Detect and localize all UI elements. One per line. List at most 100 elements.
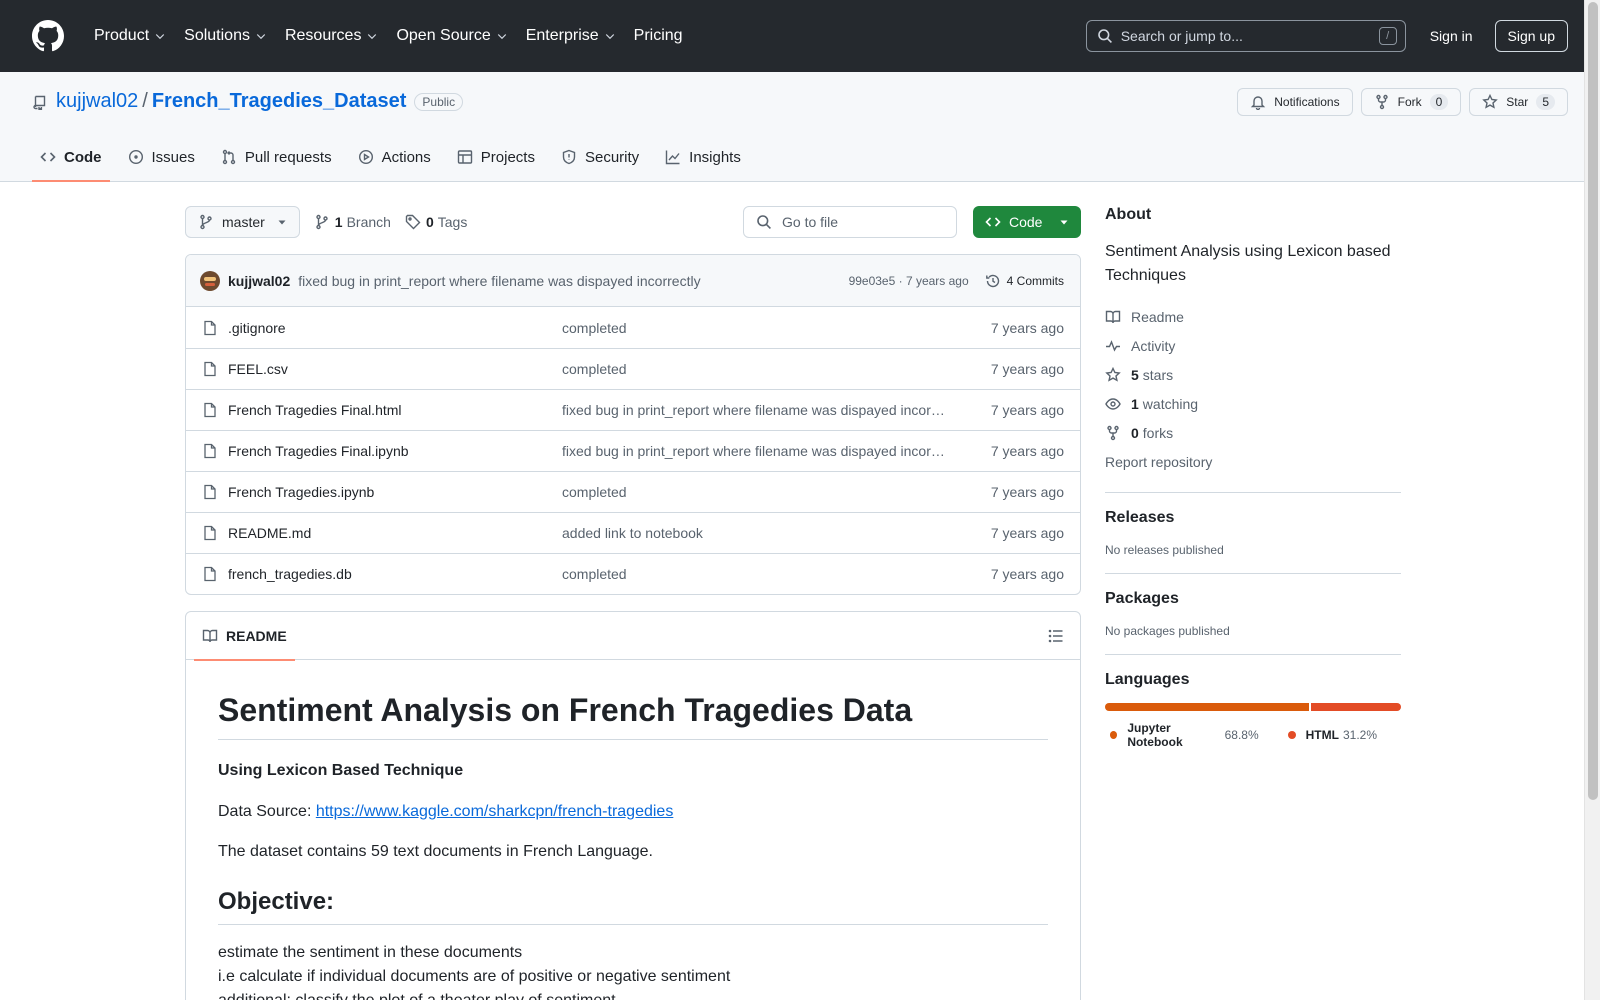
file-commit-message[interactable]: fixed bug in print_report where filename… (562, 443, 948, 459)
file-name-link[interactable]: french_tragedies.db (228, 566, 562, 582)
nav-open-source[interactable]: Open Source (388, 18, 515, 54)
latest-commit-row: kujjwal02 fixed bug in print_report wher… (186, 255, 1080, 307)
forks-label: forks (1142, 424, 1174, 441)
file-icon (204, 320, 216, 335)
file-icon (204, 484, 216, 500)
languages-legend: Jupyter Notebook 68.8% HTML 31.2% (1105, 721, 1401, 749)
nav-product[interactable]: Product (86, 18, 174, 54)
repo-name-link[interactable]: French_Tragedies_Dataset (152, 90, 407, 113)
branch-icon (200, 214, 212, 230)
file-commit-time: 7 years ago (990, 361, 1064, 377)
watching-count: 1 (1131, 395, 1139, 412)
nav-solutions[interactable]: Solutions (176, 18, 275, 54)
file-commit-message[interactable]: completed (562, 566, 948, 582)
file-name-link[interactable]: French Tragedies Final.html (228, 402, 562, 418)
branch-label: Branch (346, 214, 391, 230)
file-commit-time: 7 years ago (990, 402, 1064, 418)
commit-author-link[interactable]: kujjwal02 (228, 273, 290, 289)
packages-heading[interactable]: Packages (1105, 590, 1401, 608)
nav-pricing[interactable]: Pricing (626, 18, 691, 54)
star-icon (1482, 94, 1499, 109)
branches-link[interactable]: 1 Branch (314, 214, 391, 230)
file-commit-message[interactable]: completed (562, 320, 948, 336)
table-row: french_tragedies.db completed 7 years ag… (186, 553, 1080, 594)
tab-projects[interactable]: Projects (449, 133, 543, 181)
star-button[interactable]: Star 5 (1469, 88, 1568, 116)
readme-link[interactable]: Readme (1105, 302, 1401, 331)
code-button-label: Code (1009, 214, 1043, 230)
chevron-down-icon (605, 34, 614, 40)
file-toolbar: master 1 Branch 0 Tags Go to file Code (185, 206, 1081, 238)
sign-in-link[interactable]: Sign in (1430, 28, 1473, 44)
file-name-link[interactable]: French Tragedies Final.ipynb (228, 443, 562, 459)
divider (1105, 573, 1401, 574)
file-commit-message[interactable]: completed (562, 484, 948, 500)
data-source-label: Data Source: (218, 803, 316, 820)
nav-resources-label: Resources (284, 27, 362, 44)
objective-line: estimate the sentiment in these document… (218, 944, 523, 961)
avatar[interactable] (200, 270, 220, 291)
tab-issues[interactable]: Issues (120, 133, 203, 181)
search-placeholder: Search or jump to... (1120, 28, 1243, 44)
language-item-jupyter[interactable]: Jupyter Notebook 68.8% (1105, 721, 1259, 749)
table-row: French Tragedies Final.html fixed bug in… (186, 389, 1080, 430)
packages-empty-text: No packages published (1105, 624, 1230, 638)
file-commit-message[interactable]: added link to notebook (562, 525, 948, 541)
file-list: .gitignore completed 7 years ago FEEL.cs… (186, 307, 1080, 594)
language-name: Jupyter Notebook (1127, 721, 1183, 749)
branch-selector-button[interactable]: master (185, 206, 300, 238)
nav-enterprise[interactable]: Enterprise (518, 18, 624, 54)
commits-history-link[interactable]: 4 Commits (985, 273, 1064, 289)
file-commit-time: 7 years ago (990, 566, 1064, 582)
file-name-link[interactable]: README.md (228, 525, 562, 541)
language-item-html[interactable]: HTML 31.2% (1283, 721, 1377, 749)
tab-code[interactable]: Code (32, 133, 110, 182)
list-icon[interactable] (1048, 628, 1064, 644)
readme-tab[interactable]: README (194, 612, 295, 661)
activity-link[interactable]: Activity (1105, 331, 1401, 360)
file-commit-message[interactable]: completed (562, 361, 948, 377)
file-name-link[interactable]: French Tragedies.ipynb (228, 484, 562, 500)
tag-label: Tags (437, 214, 468, 230)
fork-button[interactable]: Fork 0 (1360, 88, 1462, 116)
global-search-input[interactable]: Search or jump to... / (1085, 20, 1406, 52)
report-repository-link[interactable]: Report repository (1105, 447, 1401, 476)
tags-link[interactable]: 0 Tags (405, 214, 467, 230)
code-dropdown-button[interactable]: Code (973, 206, 1081, 238)
language-color-dot (1287, 731, 1296, 739)
divider (1105, 492, 1401, 493)
go-to-file-input[interactable]: Go to file (743, 206, 957, 238)
notifications-button[interactable]: Notifications (1237, 88, 1353, 116)
scrollbar-thumb[interactable] (1588, 2, 1598, 800)
releases-heading[interactable]: Releases (1105, 509, 1401, 527)
page-scrollbar[interactable] (1584, 0, 1600, 1000)
data-source-link[interactable]: https://www.kaggle.com/sharkcpn/french-t… (316, 803, 674, 820)
code-icon (40, 152, 56, 162)
eye-icon (1105, 397, 1121, 410)
github-logo-icon[interactable] (32, 20, 64, 52)
file-name-link[interactable]: .gitignore (228, 320, 562, 336)
chevron-down-icon (155, 34, 165, 40)
play-icon (358, 149, 373, 165)
tab-pull-requests[interactable]: Pull requests (213, 133, 340, 181)
nav-resources[interactable]: Resources (277, 18, 386, 54)
fork-label: Fork (1397, 95, 1422, 109)
forks-link[interactable]: 0 forks (1105, 418, 1401, 447)
stars-link[interactable]: 5 stars (1105, 360, 1401, 389)
file-commit-time: 7 years ago (990, 319, 1064, 336)
tab-actions[interactable]: Actions (350, 133, 439, 181)
table-row: French Tragedies Final.ipynb fixed bug i… (186, 430, 1080, 471)
repo-sidebar: About Sentiment Analysis using Lexicon b… (1105, 206, 1401, 749)
chevron-down-icon (497, 34, 506, 40)
file-name-link[interactable]: FEEL.csv (228, 361, 562, 377)
tab-security[interactable]: Security (553, 133, 647, 181)
tab-insights[interactable]: Insights (657, 133, 749, 181)
watching-link[interactable]: 1 watching (1105, 389, 1401, 418)
repo-owner-link[interactable]: kujjwal02 (56, 90, 138, 113)
file-commit-message[interactable]: fixed bug in print_report where filename… (562, 402, 948, 418)
commit-message-link[interactable]: fixed bug in print_report where filename… (298, 273, 700, 289)
search-shortcut-key: / (1378, 27, 1397, 45)
commit-meta[interactable]: 99e03e5 · 7 years ago (849, 274, 969, 288)
sign-up-button[interactable]: Sign up (1494, 20, 1568, 52)
repo-title: kujjwal02 / French_Tragedies_Dataset Pub… (32, 90, 464, 113)
